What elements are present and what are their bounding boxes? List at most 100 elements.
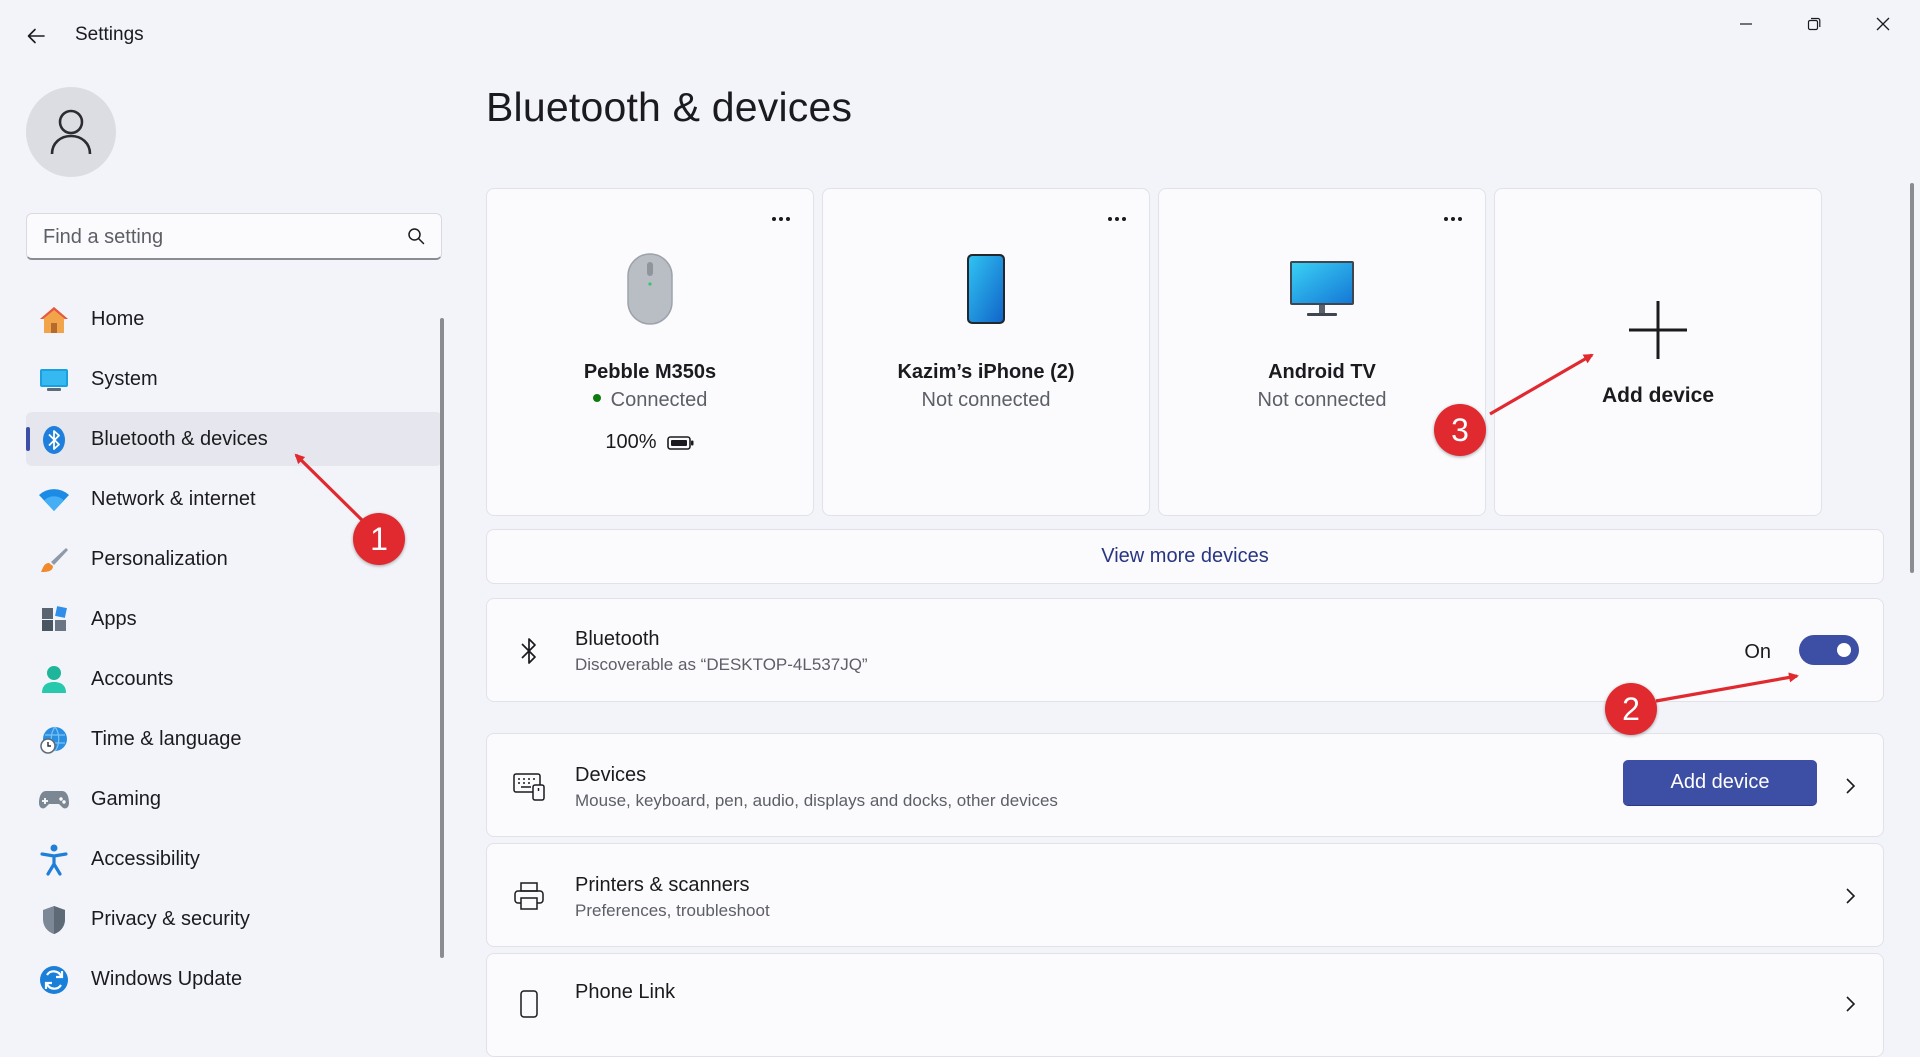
device-name: Pebble M350s	[583, 361, 717, 383]
more-options-button[interactable]	[1437, 211, 1469, 227]
search-box	[26, 213, 442, 260]
minimize-button[interactable]	[1716, 6, 1776, 42]
devices-title: Devices	[575, 764, 647, 786]
accounts-icon	[38, 664, 70, 696]
sidebar-item-label: Accessibility	[91, 847, 200, 870]
sidebar-item-label: Home	[91, 307, 145, 330]
user-icon	[50, 109, 92, 155]
close-icon	[1876, 17, 1890, 31]
phone-icon	[823, 249, 1149, 329]
bluetooth-toggle[interactable]	[1799, 635, 1859, 665]
bluetooth-title: Bluetooth	[575, 628, 660, 650]
sidebar-item-label: Accounts	[91, 667, 174, 690]
sidebar-item-gaming[interactable]: Gaming	[26, 772, 442, 826]
chevron-right-icon	[1846, 778, 1856, 794]
sidebar-item-accessibility[interactable]: Accessibility	[26, 832, 442, 886]
device-status: Not connected	[921, 389, 1051, 411]
more-options-button[interactable]	[765, 211, 797, 227]
device-name: Kazim’s iPhone (2)	[897, 361, 1075, 383]
title-bar: Settings	[0, 0, 1920, 72]
sidebar-item-home[interactable]: Home	[26, 292, 442, 346]
shield-icon	[38, 904, 70, 936]
sidebar-scrollbar[interactable]	[440, 318, 444, 958]
sidebar-nav: Home System Bluetooth & devices Network …	[26, 292, 442, 1012]
restore-button[interactable]	[1784, 6, 1844, 42]
update-icon	[38, 964, 70, 996]
device-card[interactable]: Android TV Not connected	[1158, 188, 1486, 516]
gamepad-icon	[38, 784, 70, 816]
battery-level: 100%	[605, 431, 657, 453]
printer-icon	[513, 880, 545, 912]
sidebar-item-bluetooth-devices[interactable]: Bluetooth & devices	[26, 412, 442, 466]
bluetooth-row: Bluetooth Discoverable as “DESKTOP-4L537…	[486, 598, 1884, 702]
add-device-button[interactable]: Add device	[1623, 760, 1817, 806]
printers-title: Printers & scanners	[575, 874, 750, 896]
sidebar-item-windows-update[interactable]: Windows Update	[26, 952, 442, 1006]
back-button[interactable]	[20, 20, 52, 52]
back-arrow-icon	[27, 28, 45, 44]
sidebar-item-label: Bluetooth & devices	[91, 427, 268, 450]
sidebar-item-label: Windows Update	[91, 967, 243, 990]
search-icon[interactable]	[407, 227, 425, 245]
selection-indicator	[26, 427, 30, 451]
plus-icon	[1495, 299, 1821, 361]
keyboard-devices-icon	[513, 770, 545, 802]
device-status: Not connected	[1257, 389, 1387, 411]
sidebar-item-label: Gaming	[91, 787, 162, 810]
brush-icon	[38, 544, 70, 576]
view-more-devices-button[interactable]: View more devices	[486, 529, 1884, 584]
bluetooth-icon	[38, 424, 70, 456]
sidebar-item-label: System	[91, 367, 158, 390]
system-icon	[38, 364, 70, 396]
chevron-right-icon	[1846, 888, 1856, 904]
app-title: Settings	[75, 24, 144, 45]
annotation-badge-3: 3	[1434, 404, 1486, 456]
add-device-label: Add device	[1601, 384, 1715, 407]
restore-icon	[1807, 17, 1821, 31]
sidebar-item-label: Time & language	[91, 727, 242, 750]
sidebar-item-label: Network & internet	[91, 487, 256, 510]
battery-row: 100%	[487, 431, 813, 454]
printers-row[interactable]: Printers & scanners Preferences, trouble…	[486, 843, 1884, 947]
add-device-card[interactable]: Add device	[1494, 188, 1822, 516]
close-button[interactable]	[1853, 6, 1913, 42]
mouse-icon	[487, 249, 813, 329]
battery-icon	[666, 435, 694, 450]
wifi-icon	[38, 484, 70, 516]
globe-clock-icon	[38, 724, 70, 756]
sidebar-item-apps[interactable]: Apps	[26, 592, 442, 646]
annotation-badge-1: 1	[353, 513, 405, 565]
toggle-state-label: On	[1744, 641, 1771, 663]
bluetooth-subtitle: Discoverable as “DESKTOP-4L537JQ”	[575, 655, 868, 674]
device-card[interactable]: Pebble M350s Connected 100%	[486, 188, 814, 516]
page-title: Bluetooth & devices	[486, 84, 853, 130]
device-card[interactable]: Kazim’s iPhone (2) Not connected	[822, 188, 1150, 516]
device-status-text: Connected	[610, 389, 708, 411]
apps-icon	[38, 604, 70, 636]
sidebar-item-privacy-security[interactable]: Privacy & security	[26, 892, 442, 946]
device-status: Connected	[487, 389, 813, 412]
monitor-icon	[1159, 249, 1485, 329]
more-options-button[interactable]	[1101, 211, 1133, 227]
phone-link-icon	[513, 988, 545, 1020]
search-input[interactable]	[41, 214, 395, 260]
sidebar-item-accounts[interactable]: Accounts	[26, 652, 442, 706]
devices-subtitle: Mouse, keyboard, pen, audio, displays an…	[575, 791, 1058, 810]
sidebar-item-label: Personalization	[91, 547, 228, 570]
toggle-knob	[1837, 643, 1851, 657]
device-name: Android TV	[1268, 361, 1376, 383]
user-avatar[interactable]	[26, 87, 116, 177]
sidebar-item-time-language[interactable]: Time & language	[26, 712, 442, 766]
bluetooth-symbol-icon	[513, 635, 545, 667]
devices-row[interactable]: Devices Mouse, keyboard, pen, audio, dis…	[486, 733, 1884, 837]
sidebar-item-label: Apps	[91, 607, 137, 630]
annotation-badge-2: 2	[1605, 683, 1657, 735]
sidebar-item-system[interactable]: System	[26, 352, 442, 406]
accessibility-icon	[38, 844, 70, 876]
phone-link-title: Phone Link	[575, 981, 676, 1003]
connected-dot	[592, 393, 601, 402]
phone-link-row[interactable]: Phone Link	[486, 953, 1884, 1057]
printers-subtitle: Preferences, troubleshoot	[575, 901, 770, 920]
main-scrollbar[interactable]	[1910, 183, 1914, 573]
chevron-right-icon	[1846, 996, 1856, 1012]
